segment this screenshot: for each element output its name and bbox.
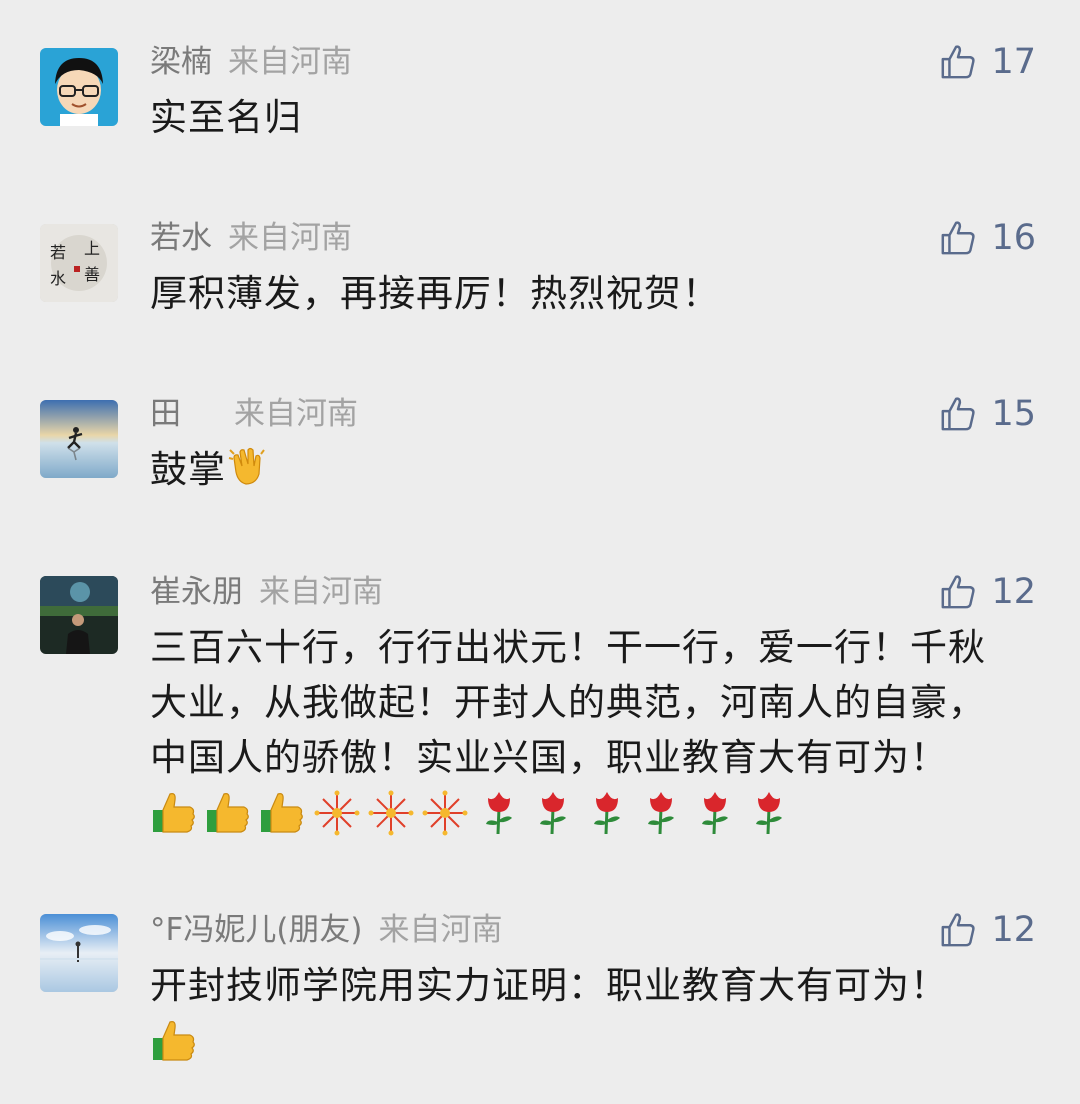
svg-text:水: 水 <box>50 269 66 288</box>
avatar[interactable] <box>40 576 118 654</box>
like-button[interactable]: 17 <box>939 40 1036 84</box>
commenter-name[interactable]: 梁楠 <box>150 44 212 80</box>
like-count: 16 <box>991 218 1036 258</box>
calligraphy-avatar-icon: 若 上 水 善 <box>40 224 118 302</box>
thumbs-up-icon <box>942 45 976 79</box>
comment-text: 鼓掌 <box>150 442 1050 497</box>
avatar[interactable] <box>40 400 118 478</box>
fireworks-emoji-icon <box>420 788 470 838</box>
rose-emoji-icon <box>582 788 632 838</box>
thumbs-up-emoji-icon <box>258 788 308 838</box>
comment-item: °F冯妮儿(朋友) 来自河南 12 开封技师学院用实力证明：职业教育大有可为！ <box>0 908 1080 1088</box>
comment-item: 田来自河南 15 鼓掌 <box>0 392 1080 512</box>
avatar[interactable]: 若 上 水 善 <box>40 224 118 302</box>
like-count: 12 <box>991 910 1036 950</box>
rose-emoji-icon <box>744 788 794 838</box>
clapping-hands-icon <box>228 447 265 485</box>
commenter-name[interactable]: 若水 <box>150 220 212 256</box>
comment-meta: °F冯妮儿(朋友) 来自河南 <box>150 908 503 952</box>
svg-text:上: 上 <box>84 239 100 258</box>
svg-text:善: 善 <box>84 265 100 284</box>
comment-meta: 梁楠 来自河南 <box>150 40 352 84</box>
like-button[interactable]: 15 <box>939 392 1036 436</box>
svg-text:若: 若 <box>50 243 66 262</box>
avatar[interactable] <box>40 48 118 126</box>
thumbs-up-icon <box>942 397 976 431</box>
comment-text: 厚积薄发，再接再厉！热烈祝贺！ <box>150 272 720 315</box>
location-label: 来自河南 <box>228 220 352 256</box>
comment-list: 梁楠 来自河南 17 实至名归 若 上 水 善 若水 来自河南 16 厚积薄发，… <box>0 0 1080 1104</box>
comment-item: 若 上 水 善 若水 来自河南 16 厚积薄发，再接再厉！热烈祝贺！ <box>0 216 1080 336</box>
comment-text-content: 鼓掌 <box>150 448 226 491</box>
like-button[interactable]: 16 <box>939 216 1036 260</box>
night-photo-avatar-icon <box>40 576 118 654</box>
commenter-name[interactable]: °F冯妮儿(朋友) <box>150 912 363 948</box>
comment-text-content: 开封技师学院用实力证明：职业教育大有可为！ <box>150 964 948 1007</box>
beach-sky-avatar-icon <box>40 914 118 992</box>
thumbs-up-emoji-icon <box>204 788 254 838</box>
comment-text: 三百六十行，行行出状元！干一行，爱一行！千秋 大业，从我做起！开封人的典范，河南… <box>150 620 1050 840</box>
cartoon-boy-glasses-avatar-icon <box>40 48 118 126</box>
comment-text: 实至名归 <box>150 96 302 139</box>
location-label: 来自河南 <box>234 396 358 432</box>
like-count: 15 <box>991 394 1036 434</box>
fireworks-emoji-icon <box>366 788 416 838</box>
like-button[interactable]: 12 <box>939 570 1036 614</box>
emoji-row <box>150 1013 1050 1068</box>
like-count: 12 <box>991 572 1036 612</box>
thumbs-up-icon <box>942 221 976 255</box>
like-button[interactable]: 12 <box>939 908 1036 952</box>
thumbs-up-icon <box>942 913 976 947</box>
location-label: 来自河南 <box>259 574 383 610</box>
comment-text-line: 大业，从我做起！开封人的典范，河南人的自豪， <box>150 681 986 724</box>
thumbs-up-emoji-icon <box>150 1016 200 1066</box>
rose-emoji-icon <box>636 788 686 838</box>
comment-item: 崔永朋 来自河南 12 三百六十行，行行出状元！干一行，爱一行！千秋 大业，从我做… <box>0 570 1080 840</box>
comment-item: 梁楠 来自河南 17 实至名归 <box>0 40 1080 160</box>
emoji-row <box>150 785 1050 840</box>
thumbs-up-emoji-icon <box>150 788 200 838</box>
location-label: 来自河南 <box>378 912 503 948</box>
rose-emoji-icon <box>690 788 740 838</box>
comment-text-line: 中国人的骄傲！实业兴国，职业教育大有可为！ <box>150 736 948 779</box>
thumbs-up-icon <box>942 575 976 609</box>
comment-text: 开封技师学院用实力证明：职业教育大有可为！ <box>150 958 1050 1068</box>
rose-emoji-icon <box>528 788 578 838</box>
comment-meta: 田来自河南 <box>150 392 358 436</box>
runner-sunset-avatar-icon <box>40 400 118 478</box>
commenter-name[interactable]: 田 <box>150 392 218 436</box>
comment-text-line: 三百六十行，行行出状元！干一行，爱一行！千秋 <box>150 626 986 669</box>
rose-emoji-icon <box>474 788 524 838</box>
fireworks-emoji-icon <box>312 788 362 838</box>
location-label: 来自河南 <box>228 44 352 80</box>
commenter-name[interactable]: 崔永朋 <box>150 574 243 610</box>
avatar[interactable] <box>40 914 118 992</box>
comment-meta: 若水 来自河南 <box>150 216 352 260</box>
comment-meta: 崔永朋 来自河南 <box>150 570 383 614</box>
like-count: 17 <box>991 42 1036 82</box>
